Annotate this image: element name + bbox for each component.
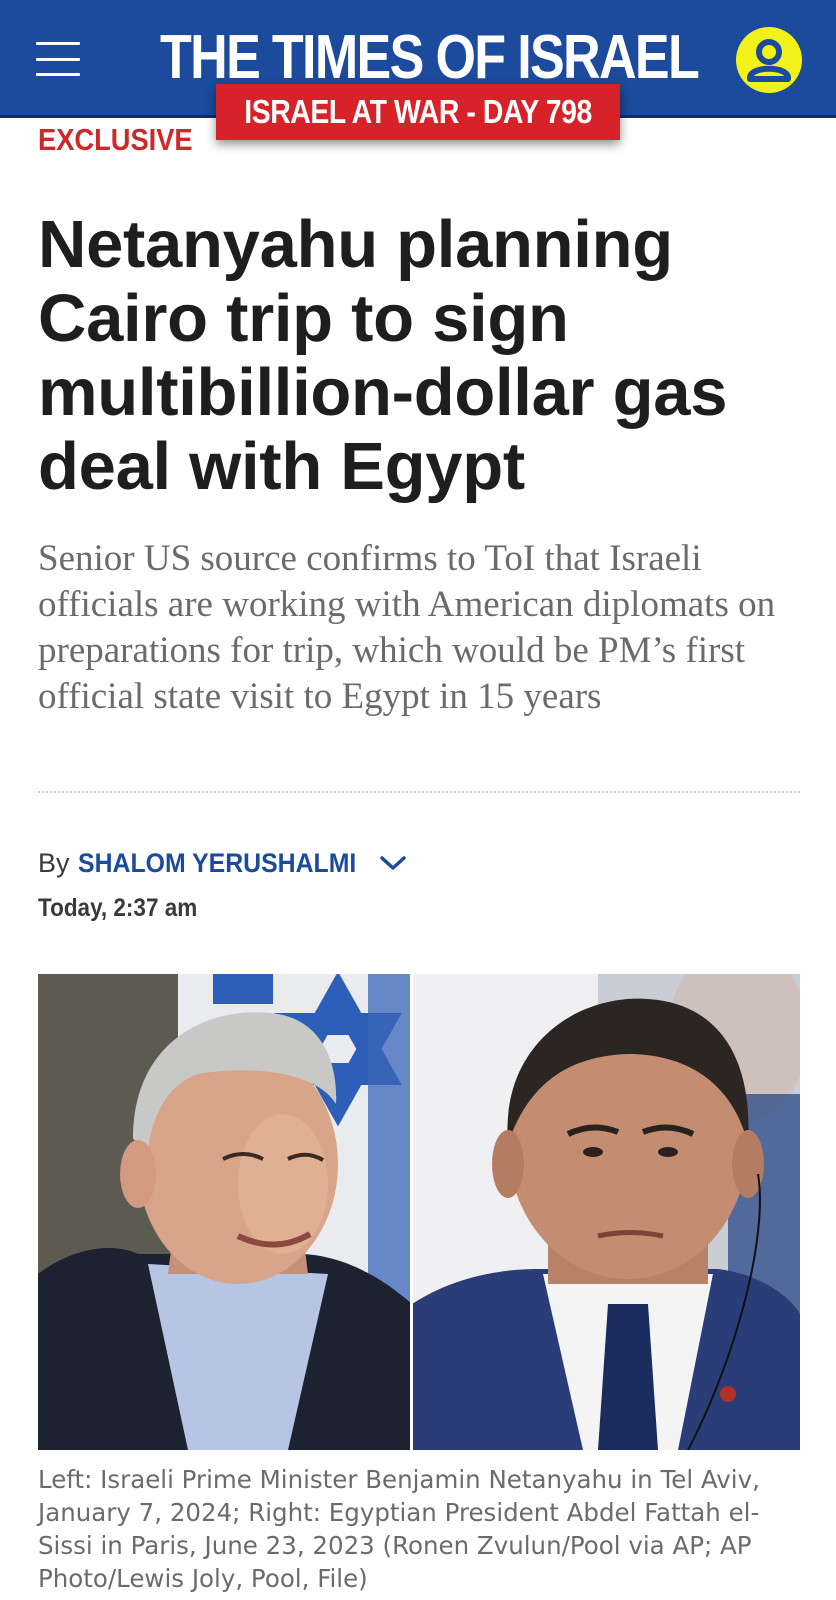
article-kicker: EXCLUSIVE — [38, 122, 193, 157]
image-caption: Left: Israeli Prime Minister Benjamin Ne… — [38, 1465, 760, 1593]
byline: By SHALOM YERUSHALMI — [38, 843, 408, 883]
chevron-down-icon[interactable] — [378, 853, 408, 873]
article-headline: Netanyahu planning Cairo trip to sign mu… — [38, 207, 728, 504]
publish-timestamp: Today, 2:37 am — [38, 894, 198, 922]
author-link[interactable]: SHALOM YERUSHALMI — [78, 843, 356, 883]
byline-prefix: By — [38, 848, 70, 878]
hamburger-menu-icon[interactable] — [36, 42, 80, 76]
war-day-banner[interactable]: ISRAEL AT WAR - DAY 798 — [216, 84, 620, 140]
divider — [38, 791, 800, 793]
user-account-icon[interactable] — [736, 27, 802, 93]
article-subheadline: Senior US source confirms to ToI that Is… — [38, 538, 776, 717]
war-day-banner-text: ISRAEL AT WAR - DAY 798 — [244, 93, 592, 130]
article-image — [38, 974, 800, 1450]
